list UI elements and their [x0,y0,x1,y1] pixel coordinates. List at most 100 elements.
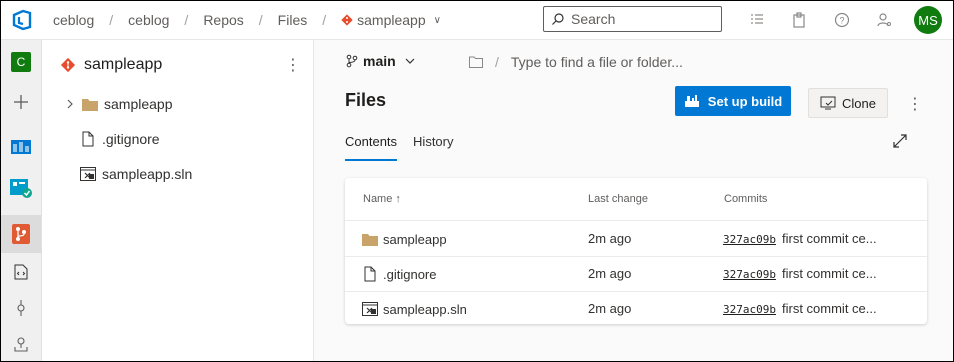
commit-hash-link[interactable]: 327ac09b [723,303,776,316]
file-tree-panel: sampleapp ⋮ sampleapp .gitignore samplea… [42,40,314,361]
commit-hash-link[interactable]: 327ac09b [723,268,776,281]
path-input-placeholder[interactable]: Type to find a file or folder... [511,54,683,70]
user-settings-icon[interactable] [876,12,892,28]
row-name-label[interactable]: .gitignore [383,267,436,282]
avatar[interactable]: MS [914,6,942,34]
test-plans-icon[interactable] [1,170,41,206]
commit-message: first commit ce... [781,231,877,246]
table-row[interactable]: sampleapp 2m ago 327ac09b first commit ce… [345,221,927,257]
solution-file-icon [80,166,96,182]
sort-ascending-icon: ↑ [395,193,401,205]
project-letter: C [11,52,31,72]
column-commits-header: Commits [724,193,768,205]
row-commit: 327ac09b first commit ce... [723,266,923,281]
commit-hash-link[interactable]: 327ac09b [723,233,776,246]
solution-file-icon [362,301,378,317]
column-name-header[interactable]: Name ↑ [363,193,401,205]
more-options-icon[interactable]: ⋮ [285,55,301,75]
row-name: sampleapp.sln [362,301,467,317]
tree-item-label: .gitignore [102,131,160,147]
task-list-icon[interactable] [749,12,765,28]
set-up-build-button[interactable]: Set up build [675,86,791,116]
help-icon[interactable]: ? [834,12,850,28]
folder-icon [82,96,98,112]
tree-item-label: sampleapp.sln [102,166,193,182]
file-icon [362,266,378,282]
main-content: main / Type to find a file or folder... … [314,40,953,361]
row-last-change: 2m ago [588,301,632,316]
row-commit: 327ac09b first commit ce... [723,301,923,316]
tree-item-gitignore[interactable]: .gitignore [80,128,160,150]
row-last-change: 2m ago [588,266,632,281]
breadcrumb-files[interactable]: Files [278,12,308,28]
tab-contents[interactable]: Contents [345,134,398,161]
column-last-change-header: Last change [588,193,648,205]
page-title: Files [345,90,387,110]
path-finder[interactable]: / Type to find a file or folder... [469,54,683,70]
build-icon [684,95,699,107]
commits-icon[interactable] [1,290,41,326]
breadcrumb-project[interactable]: ceblog [128,12,169,28]
commit-message: first commit ce... [781,301,877,316]
row-name-label[interactable]: sampleapp.sln [383,302,467,317]
boards-icon[interactable] [1,128,41,164]
breadcrumb-separator: / [184,12,189,28]
more-actions-icon[interactable]: ⋮ [907,94,923,114]
left-navigation-rail: C [1,40,42,361]
search-placeholder: Search [571,11,616,27]
breadcrumb-repo[interactable]: sampleapp [357,12,426,28]
add-icon[interactable] [1,84,41,120]
tab-history[interactable]: History [413,134,453,161]
column-name-label: Name [363,193,393,205]
repo-title-label: sampleapp [84,56,163,73]
row-last-change: 2m ago [588,231,632,246]
files-code-icon[interactable] [1,254,41,290]
app-window: ceblog / ceblog / Repos / Files / sample… [0,0,954,362]
project-icon[interactable]: C [1,44,41,80]
breadcrumb: ceblog / ceblog / Repos / Files / sample… [53,12,441,28]
table-row[interactable]: .gitignore 2m ago 327ac09b first commit c… [345,256,927,292]
table-row[interactable]: sampleapp.sln 2m ago 327ac09b first commi… [345,291,927,326]
marketplace-bag-icon[interactable] [791,12,807,28]
breadcrumb-separator: / [109,12,114,28]
repo-title: sampleapp [60,56,162,74]
azure-devops-logo-icon[interactable] [11,9,33,31]
breadcrumb-repos[interactable]: Repos [203,12,243,28]
clone-icon [820,96,836,110]
branch-name: main [363,53,396,69]
expand-fullscreen-icon[interactable] [892,133,908,149]
tree-item-label: sampleapp [104,96,173,112]
tree-item-sampleapp-folder[interactable]: sampleapp [62,93,173,115]
table-header: Name ↑ Last change Commits [345,178,927,221]
path-separator: / [495,54,499,70]
branch-selector[interactable]: main [346,53,420,69]
set-up-build-label: Set up build [707,93,783,109]
row-name-label[interactable]: sampleapp [383,232,447,247]
svg-text:?: ? [839,16,844,26]
search-icon [552,13,564,25]
pushes-icon[interactable] [1,326,41,361]
top-bar: ceblog / ceblog / Repos / Files / sample… [1,1,953,40]
folder-outline-icon [469,56,483,68]
git-repo-icon [341,14,353,26]
search-box[interactable]: Search [543,6,722,32]
files-table: Name ↑ Last change Commits sampleapp 2m … [345,178,927,324]
breadcrumb-separator: / [258,12,263,28]
row-commit: 327ac09b first commit ce... [723,231,923,246]
breadcrumb-separator: / [322,12,327,28]
chevron-down-icon [405,58,415,64]
file-icon [80,131,96,147]
chevron-right-icon[interactable] [62,96,78,112]
folder-icon [362,231,378,247]
clone-label: Clone [842,95,876,111]
branch-icon [346,54,358,68]
chevron-down-icon[interactable]: ∨ [434,15,441,26]
clone-button[interactable]: Clone [808,88,888,118]
row-name: sampleapp [362,231,447,247]
git-repo-icon [60,57,76,73]
commit-message: first commit ce... [781,266,877,281]
tree-item-sampleapp-sln[interactable]: sampleapp.sln [80,163,192,185]
repos-icon[interactable] [1,215,41,253]
content-tabs: Contents History [345,134,470,161]
breadcrumb-org[interactable]: ceblog [53,12,94,28]
